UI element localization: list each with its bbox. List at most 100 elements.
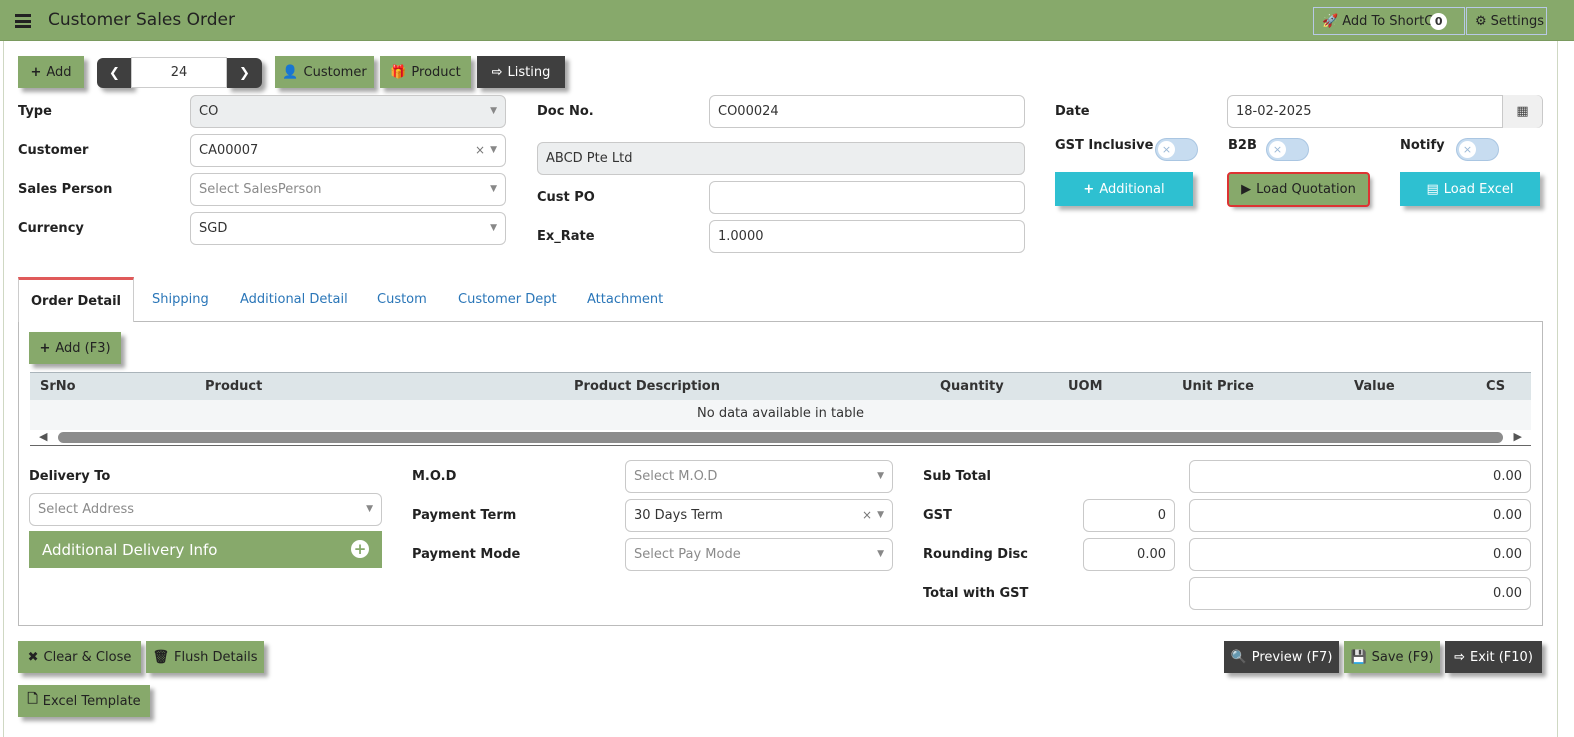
scroll-right-icon[interactable]: ▶ [1514,430,1522,443]
tab-custom[interactable]: Custom [377,292,427,307]
tab-customer-dept[interactable]: Customer Dept [458,292,557,307]
calendar-icon[interactable]: ▦ [1502,95,1542,128]
add-to-shortcut-button[interactable]: 🚀 Add To ShortCut 0 [1313,7,1465,35]
column-header-quantity[interactable]: Quantity [940,379,1004,394]
clear-icon[interactable]: × [862,500,872,531]
tab-order-detail[interactable]: Order Detail [18,277,134,322]
column-header-uom[interactable]: UOM [1068,379,1103,394]
rounding-amount-field: 0.00 [1189,538,1531,571]
table-header: SrNo Product Product Description Quantit… [30,372,1531,400]
sales-person-select[interactable]: Select SalesPerson ▼ [190,173,506,206]
caret-down-icon: ▼ [877,510,884,520]
customer-button[interactable]: 👤 Customer [275,56,374,88]
tab-attachment[interactable]: Attachment [587,292,663,307]
product-button[interactable]: 🎁 Product [380,56,471,88]
gst-amount-field: 0.00 [1189,499,1531,532]
save-button[interactable]: 💾 Save (F9) [1344,641,1440,673]
top-bar: Customer Sales Order 🚀 Add To ShortCut 0… [0,0,1574,41]
total-with-gst-field: 0.00 [1189,577,1531,610]
gst-rate-input[interactable]: 0 [1083,499,1175,532]
caret-down-icon: ▼ [490,106,497,116]
doc-no-label: Doc No. [537,104,594,119]
payment-mode-label: Payment Mode [412,547,521,562]
address-select[interactable]: Select Address ▼ [29,493,382,526]
exit-button[interactable]: ⇨ Exit (F10) [1445,641,1542,673]
clear-close-button[interactable]: ✖ Clear & Close [18,641,141,673]
customer-label: Customer [18,143,89,158]
currency-label: Currency [18,221,84,236]
column-header-product-description[interactable]: Product Description [574,379,720,394]
prev-doc-button[interactable]: ❮ [97,58,132,88]
column-header-srno[interactable]: SrNo [40,379,76,394]
mod-label: M.O.D [412,469,457,484]
rounding-disc-label: Rounding Disc [923,547,1028,562]
additional-button[interactable]: + Additional [1055,172,1193,206]
load-quotation-highlight [1227,172,1370,207]
page-title: Customer Sales Order [48,10,235,30]
scrollbar-thumb[interactable] [58,432,1503,443]
doc-index-input[interactable]: 24 [131,57,227,88]
additional-delivery-info-button[interactable]: Additional Delivery Info + [29,531,382,568]
x-icon: × [1459,141,1476,158]
cust-po-input[interactable] [709,181,1025,214]
load-excel-button[interactable]: ▤ Load Excel [1400,172,1540,206]
settings-button[interactable]: ⚙ Settings [1466,7,1547,35]
x-icon: × [1269,141,1286,158]
chevron-right-icon: ❯ [239,65,250,81]
excel-template-button[interactable]: 🗋 Excel Template [18,685,150,717]
b2b-label: B2B [1228,138,1257,153]
gst-label: GST [923,508,952,523]
sales-person-label: Sales Person [18,182,113,197]
type-label: Type [18,104,52,119]
total-with-gst-label: Total with GST [923,586,1029,601]
column-header-unit-price[interactable]: Unit Price [1182,379,1254,394]
currency-select[interactable]: SGD ▼ [190,212,506,245]
menu-icon[interactable] [15,14,31,28]
horizontal-scrollbar[interactable]: ◀ ▶ [30,430,1531,446]
gift-icon: 🎁 [390,64,407,80]
file-excel-icon: ▤ [1426,181,1439,197]
empty-table-message: No data available in table [697,406,864,421]
type-select[interactable]: CO ▼ [190,95,506,128]
gst-inclusive-label: GST Inclusive [1055,138,1154,153]
gst-inclusive-toggle[interactable]: × [1155,138,1198,161]
listing-button[interactable]: ⇨ Listing [477,56,565,88]
mod-select[interactable]: Select M.O.D ▼ [625,460,893,493]
plus-icon: + [1083,181,1095,197]
sign-out-icon: ⇨ [491,64,503,80]
sub-total-field: 0.00 [1189,460,1531,493]
payment-mode-select[interactable]: Select Pay Mode ▼ [625,538,893,571]
caret-down-icon: ▼ [877,471,884,481]
add-button[interactable]: + Add [18,56,84,88]
customer-select[interactable]: CA00007 × ▼ [190,134,506,167]
plus-circle-icon: + [351,540,369,558]
customer-name-field: ABCD Pte Ltd [537,142,1025,175]
payment-term-select[interactable]: 30 Days Term × ▼ [625,499,893,532]
flush-details-button[interactable]: 🗑 Flush Details [146,641,264,673]
preview-button[interactable]: 🔍 Preview (F7) [1224,641,1339,673]
file-icon: 🗋 [27,692,38,707]
column-header-cs[interactable]: CS [1486,379,1505,394]
column-header-product[interactable]: Product [205,379,262,394]
delivery-to-label: Delivery To [29,469,111,484]
b2b-toggle[interactable]: × [1266,138,1309,161]
ex-rate-input[interactable]: 1.0000 [709,220,1025,253]
close-icon: ✖ [27,649,39,665]
tab-shipping[interactable]: Shipping [152,292,209,307]
next-doc-button[interactable]: ❯ [227,58,262,88]
column-header-value[interactable]: Value [1354,379,1395,394]
add-line-button[interactable]: + Add (F3) [29,332,121,364]
caret-down-icon: ▼ [366,504,373,514]
table-body: No data available in table [30,400,1531,430]
floppy-icon: 💾 [1350,649,1367,665]
caret-down-icon: ▼ [490,184,497,194]
shortcut-count-badge: 0 [1430,12,1448,30]
clear-icon[interactable]: × [475,135,485,166]
notify-toggle[interactable]: × [1456,138,1499,161]
date-input[interactable]: 18-02-2025 ▦ [1227,95,1543,128]
doc-no-input[interactable]: CO00024 [709,95,1025,128]
caret-down-icon: ▼ [877,549,884,559]
rounding-disc-input[interactable]: 0.00 [1083,538,1175,571]
scroll-left-icon[interactable]: ◀ [39,430,47,443]
tab-additional-detail[interactable]: Additional Detail [240,292,348,307]
